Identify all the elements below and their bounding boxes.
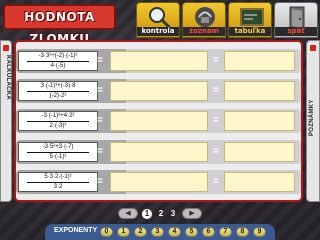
equals-sign: = xyxy=(213,115,219,126)
equals-sign: = xyxy=(213,146,219,157)
notes-side-tab[interactable]: POZNÁMKY xyxy=(306,40,320,202)
tab-label: späť xyxy=(275,27,317,36)
fraction-expression: 5·3·2·(-1)² 3·2 xyxy=(18,172,98,192)
exponent-key-6[interactable]: 6 xyxy=(202,227,215,237)
exponent-label: EXPONENTY xyxy=(54,227,98,234)
equals-sign: = xyxy=(97,176,103,187)
fraction-denominator: 2·(-3)³ xyxy=(49,122,67,129)
intermediate-answer-field[interactable] xyxy=(110,51,208,71)
fraction-numerator: 3·(-1)³+(-3)·8 xyxy=(27,82,89,92)
exercise-row: -3·3²+(-2)·(-1)² 4·(-5) = = xyxy=(16,49,301,73)
fraction-numerator: -3·5²+3·(-7) xyxy=(27,143,89,153)
calculator-side-tab[interactable]: KALKULAČKA xyxy=(0,40,12,202)
exercise-row: -3·5²+3·(-7) 5·(-1)² = = xyxy=(16,140,301,164)
final-answer-field[interactable] xyxy=(224,111,295,131)
intermediate-answer-field[interactable] xyxy=(110,142,208,162)
exponent-key-7[interactable]: 7 xyxy=(219,227,232,237)
exercise-row: -3·(-1)³+4·2² 2·(-3)³ = = xyxy=(16,109,301,133)
fraction-expression: -3·5²+3·(-7) 5·(-1)² xyxy=(18,142,98,162)
fraction-numerator: -3·3²+(-2)·(-1)² xyxy=(27,52,89,62)
calculator-marker-icon xyxy=(3,45,9,51)
app-title: Hodnota zlomku xyxy=(3,4,116,46)
final-answer-field[interactable] xyxy=(224,51,295,71)
fraction-denominator: (-2)·2² xyxy=(49,92,67,99)
tab-zoznam[interactable]: zoznam xyxy=(182,2,226,38)
intermediate-answer-field[interactable] xyxy=(110,111,208,131)
prev-page-button[interactable]: ◀ xyxy=(118,208,138,219)
fraction-expression: -3·3²+(-2)·(-1)² 4·(-5) xyxy=(18,51,98,71)
fraction-denominator: 3·2 xyxy=(53,183,63,190)
page-1-button[interactable]: 1 xyxy=(141,208,153,220)
calculator-label: KALKULAČKA xyxy=(5,55,11,100)
equals-sign: = xyxy=(213,85,219,96)
final-answer-field[interactable] xyxy=(224,142,295,162)
fraction-denominator: 5·(-1)² xyxy=(49,153,67,160)
exponent-key-2[interactable]: 2 xyxy=(134,227,147,237)
exponent-key-9[interactable]: 9 xyxy=(253,227,266,237)
exponent-key-1[interactable]: 1 xyxy=(117,227,130,237)
fraction-numerator: 5·3·2·(-1)² xyxy=(27,173,89,183)
page-3-button[interactable]: 3 xyxy=(168,208,178,220)
equals-sign: = xyxy=(97,55,103,66)
exponent-key-5[interactable]: 5 xyxy=(185,227,198,237)
equals-sign: = xyxy=(97,85,103,96)
final-answer-field[interactable] xyxy=(224,172,295,192)
exponent-keyboard: EXPONENTY 0 1 2 3 4 5 6 7 8 9 xyxy=(45,224,275,240)
tab-tabulka[interactable]: tabuľka xyxy=(228,2,272,38)
exponent-key-8[interactable]: 8 xyxy=(236,227,249,237)
equals-sign: = xyxy=(213,55,219,66)
intermediate-answer-field[interactable] xyxy=(110,172,208,192)
tab-label: kontrola xyxy=(137,27,179,36)
fraction-expression: -3·(-1)³+4·2² 2·(-3)³ xyxy=(18,111,98,131)
tab-label: zoznam xyxy=(183,27,225,36)
next-page-button[interactable]: ▶ xyxy=(182,208,202,219)
tab-spat[interactable]: späť xyxy=(274,2,318,38)
fraction-expression: 3·(-1)³+(-3)·8 (-2)·2² xyxy=(18,81,98,101)
exponent-key-4[interactable]: 4 xyxy=(168,227,181,237)
exponent-key-0[interactable]: 0 xyxy=(100,227,113,237)
page-navigation: ◀ 1 2 3 ▶ xyxy=(118,207,208,221)
equals-sign: = xyxy=(97,115,103,126)
notes-marker-icon xyxy=(310,45,316,51)
intermediate-answer-field[interactable] xyxy=(110,81,208,101)
exponent-key-3[interactable]: 3 xyxy=(151,227,164,237)
tab-label: tabuľka xyxy=(229,27,271,36)
exercise-row: 5·3·2·(-1)² 3·2 = = xyxy=(16,170,301,194)
fraction-denominator: 4·(-5) xyxy=(50,62,66,69)
fraction-numerator: -3·(-1)³+4·2² xyxy=(27,112,89,122)
equals-sign: = xyxy=(213,176,219,187)
equals-sign: = xyxy=(97,146,103,157)
tab-kontrola[interactable]: kontrola xyxy=(136,2,180,38)
notes-label: POZNÁMKY xyxy=(309,99,315,136)
exercise-row: 3·(-1)³+(-3)·8 (-2)·2² = = xyxy=(16,79,301,103)
page-2-button[interactable]: 2 xyxy=(156,208,166,220)
final-answer-field[interactable] xyxy=(224,81,295,101)
